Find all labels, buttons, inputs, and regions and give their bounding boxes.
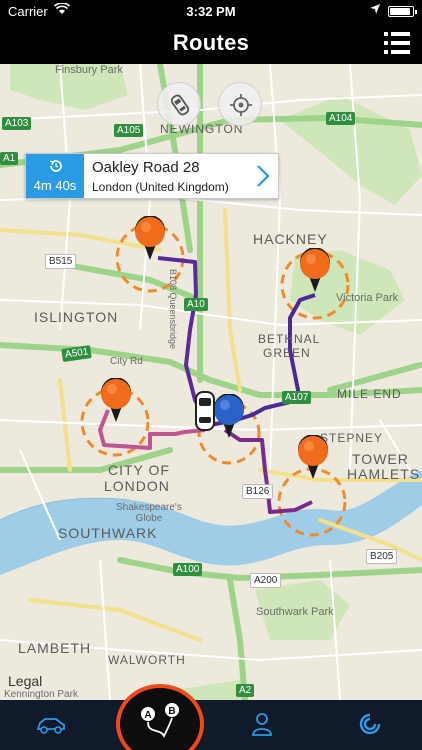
chevron-right-icon[interactable] — [256, 164, 270, 188]
location-arrow-icon — [370, 4, 380, 17]
clock-icon — [49, 160, 62, 172]
map-label-city-of: CITY OF — [108, 462, 170, 478]
road-badge-a104: A104 — [326, 112, 356, 125]
map-label-southwark-park: Southwark Park — [256, 606, 334, 618]
tab-bar — [0, 700, 422, 750]
map-label-lambeth: LAMBETH — [18, 640, 92, 656]
status-bar: Carrier 3:32 PM — [0, 0, 422, 22]
car-icon — [36, 718, 65, 734]
map-label-tower: TOWER — [352, 451, 409, 467]
list-menu-icon[interactable] — [384, 32, 410, 54]
road-badge-b515: B515 — [45, 254, 77, 269]
road-badge-a10: A10 — [184, 298, 208, 311]
destination-pin[interactable] — [134, 216, 166, 260]
battery-fill — [390, 8, 410, 15]
locate-me-button[interactable] — [218, 82, 262, 126]
svg-text:B: B — [168, 706, 175, 717]
map-label-city-rd: City Rd — [110, 356, 143, 367]
map-label-green: GREEN — [263, 346, 311, 360]
destination-pin[interactable] — [297, 435, 329, 479]
vehicle-view-button[interactable] — [157, 82, 201, 126]
swirl-logo-icon — [359, 713, 381, 735]
road-badge-b205: B205 — [366, 549, 398, 564]
destination-callout[interactable]: 4m 40s Oakley Road 28 London (United Kin… — [25, 153, 279, 199]
destination-name: Oakley Road 28 — [92, 159, 200, 176]
car-front-icon — [170, 94, 190, 116]
status-time: 3:32 PM — [186, 4, 236, 19]
map-label-mile-end: MILE END — [337, 387, 402, 401]
road-badge-a2: A2 — [236, 684, 255, 697]
map-label-hackney: HACKNEY — [253, 231, 328, 247]
vehicle-marker-icon[interactable] — [194, 391, 216, 431]
person-icon — [252, 713, 272, 736]
eta-badge: 4m 40s — [26, 154, 84, 198]
current-location-pin[interactable] — [213, 394, 245, 438]
page-title: Routes — [172, 30, 250, 55]
road-badge-a200: A200 — [250, 573, 282, 588]
map-label-victoria-park: Victoria Park — [336, 292, 399, 304]
map-label-stepney: STEPNEY — [320, 431, 384, 445]
battery-icon — [388, 6, 417, 17]
destination-pin[interactable] — [299, 248, 331, 292]
road-badge-a107: A107 — [282, 391, 312, 404]
map-label-walworth: WALWORTH — [108, 653, 186, 667]
vehicle-tab[interactable] — [20, 700, 80, 750]
map-label-kennington-park: Kennington Park — [4, 689, 78, 700]
profile-tab[interactable] — [232, 700, 292, 750]
eta-value: 4m 40s — [33, 178, 77, 193]
map-label-hamlets: HAMLETS — [347, 466, 421, 482]
navigation-bar: Routes — [0, 22, 422, 64]
svg-text:A: A — [144, 710, 151, 721]
road-badge-a100: A100 — [173, 563, 203, 576]
map-label-shakespeares-globe: Shakespeare's Globe — [116, 502, 182, 524]
map-label-queensbridge: B108 Queensbridge — [168, 269, 178, 350]
road-badge-a103: A103 — [2, 117, 32, 130]
map-legal-link[interactable]: Legal — [8, 673, 42, 689]
map-label-southwark: SOUTHWARK — [58, 525, 158, 541]
crosshair-icon — [230, 94, 252, 116]
road-badge-a1: A1 — [0, 152, 19, 165]
about-tab[interactable] — [340, 700, 400, 750]
map-label-bethnal: BETHNAL — [258, 332, 321, 346]
destination-pin[interactable] — [100, 378, 132, 422]
routes-tab[interactable]: A B — [112, 684, 208, 750]
road-badge-b126: B126 — [242, 484, 274, 499]
road-badge-a105: A105 — [114, 124, 144, 137]
map-label-islington: ISLINGTON — [34, 309, 119, 325]
map-label-london: LONDON — [104, 478, 170, 494]
map-label-finsbury-park: Finsbury Park — [55, 64, 123, 76]
destination-place: London (United Kingdom) — [92, 180, 229, 194]
